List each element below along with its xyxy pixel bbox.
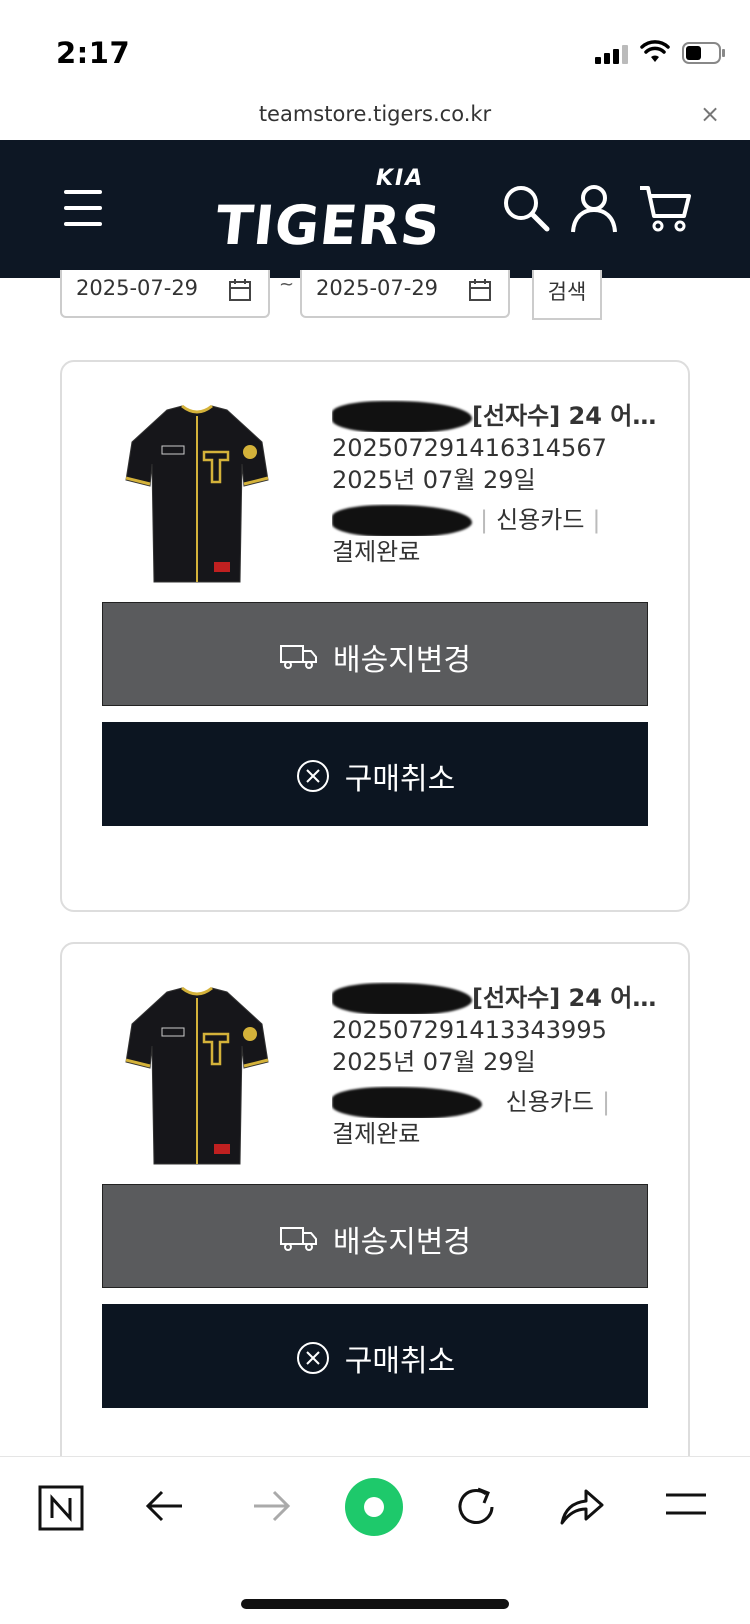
- order-info: [선자수] 24 어… 202507291413343995 2025년 07월…: [332, 982, 672, 1150]
- redacted-block: [332, 505, 472, 536]
- payment-method: 신용카드: [496, 506, 585, 534]
- separator: [490, 1088, 498, 1116]
- wifi-icon: [640, 40, 670, 62]
- jersey-thumbnail[interactable]: [122, 402, 272, 592]
- order-date: 2025년 07월 29일: [332, 466, 536, 494]
- order-status: 결제완료: [332, 538, 421, 566]
- cancel-purchase-label: 구매취소: [344, 1344, 456, 1379]
- user-icon[interactable]: [568, 182, 620, 234]
- home-indicator[interactable]: [241, 1599, 509, 1609]
- browser-toolbar: [0, 1456, 750, 1624]
- jersey-thumbnail[interactable]: [122, 984, 272, 1174]
- product-name[interactable]: [선자수] 24 어…: [472, 984, 656, 1012]
- cancel-purchase-label: 구매취소: [344, 762, 456, 797]
- redacted-block: [332, 1087, 482, 1118]
- back-arrow-icon[interactable]: [144, 1485, 186, 1527]
- order-info: [선자수] 24 어… 202507291416314567 2025년 07월…: [332, 400, 672, 568]
- cancel-circle-icon: [296, 1342, 329, 1374]
- share-icon[interactable]: [558, 1485, 604, 1527]
- cart-icon[interactable]: [638, 182, 692, 234]
- payment-row: | 신용카드 |: [332, 504, 672, 536]
- calendar-icon[interactable]: [228, 278, 252, 302]
- url-bar[interactable]: teamstore.tigers.co.kr ×: [0, 92, 750, 138]
- cancel-purchase-button[interactable]: 구매취소: [102, 1304, 648, 1408]
- close-icon[interactable]: ×: [700, 100, 720, 128]
- status-bar: 2:17: [0, 0, 750, 92]
- payment-row: 신용카드 |: [332, 1086, 672, 1118]
- payment-method: 신용카드: [505, 1088, 594, 1116]
- tigers-logo[interactable]: KIA TIGERS: [212, 162, 456, 262]
- naver-n-icon[interactable]: [38, 1485, 84, 1531]
- hamburger-menu-icon[interactable]: [664, 1489, 708, 1519]
- separator: |: [601, 1088, 611, 1116]
- url-text[interactable]: teamstore.tigers.co.kr: [0, 102, 750, 126]
- product-name-row: [선자수] 24 어…: [332, 400, 672, 432]
- order-number: 202507291413343995: [332, 1016, 607, 1044]
- kia-logo-text: KIA: [376, 166, 425, 191]
- order-card: [선자수] 24 어… 202507291413343995 2025년 07월…: [60, 942, 690, 1502]
- battery-icon: [682, 42, 725, 64]
- order-number: 202507291416314567: [332, 434, 607, 462]
- change-address-label: 배송지변경: [333, 643, 471, 678]
- delivery-truck-icon: [280, 645, 317, 669]
- date-range-separator: ~: [279, 274, 295, 295]
- search-button[interactable]: 검색: [532, 270, 602, 320]
- redacted-block: [332, 983, 472, 1014]
- redacted-block: [332, 401, 472, 432]
- delivery-truck-icon: [280, 1227, 317, 1251]
- change-address-label: 배송지변경: [333, 1225, 471, 1260]
- order-date: 2025년 07월 29일: [332, 1048, 536, 1076]
- date-to-value: 2025-07-29: [316, 276, 439, 300]
- date-from-field[interactable]: 2025-07-29: [60, 270, 270, 318]
- green-dot-icon[interactable]: [344, 1477, 404, 1537]
- change-address-button[interactable]: 배송지변경: [102, 602, 648, 706]
- cancel-purchase-button[interactable]: 구매취소: [102, 722, 648, 826]
- site-header: KIA TIGERS: [0, 140, 750, 278]
- order-status: 결제완료: [332, 1120, 421, 1148]
- product-name-row: [선자수] 24 어…: [332, 982, 672, 1014]
- status-time: 2:17: [56, 36, 131, 70]
- refresh-icon[interactable]: [454, 1485, 498, 1529]
- search-icon[interactable]: [500, 182, 552, 234]
- tigers-logo-text: TIGERS: [212, 194, 444, 257]
- change-address-button[interactable]: 배송지변경: [102, 1184, 648, 1288]
- cellular-signal-icon: [595, 45, 628, 64]
- forward-arrow-icon[interactable]: [250, 1485, 292, 1527]
- date-to-field[interactable]: 2025-07-29: [300, 270, 510, 318]
- cancel-circle-icon: [296, 760, 329, 792]
- hamburger-menu-icon[interactable]: [64, 190, 102, 226]
- separator: |: [592, 506, 601, 534]
- separator: |: [480, 506, 489, 534]
- product-name[interactable]: [선자수] 24 어…: [472, 402, 656, 430]
- date-search-row: 2025-07-29 ~ 2025-07-29 검색: [0, 270, 750, 320]
- calendar-icon[interactable]: [468, 278, 492, 302]
- order-card: [선자수] 24 어… 202507291416314567 2025년 07월…: [60, 360, 690, 912]
- date-from-value: 2025-07-29: [76, 276, 199, 300]
